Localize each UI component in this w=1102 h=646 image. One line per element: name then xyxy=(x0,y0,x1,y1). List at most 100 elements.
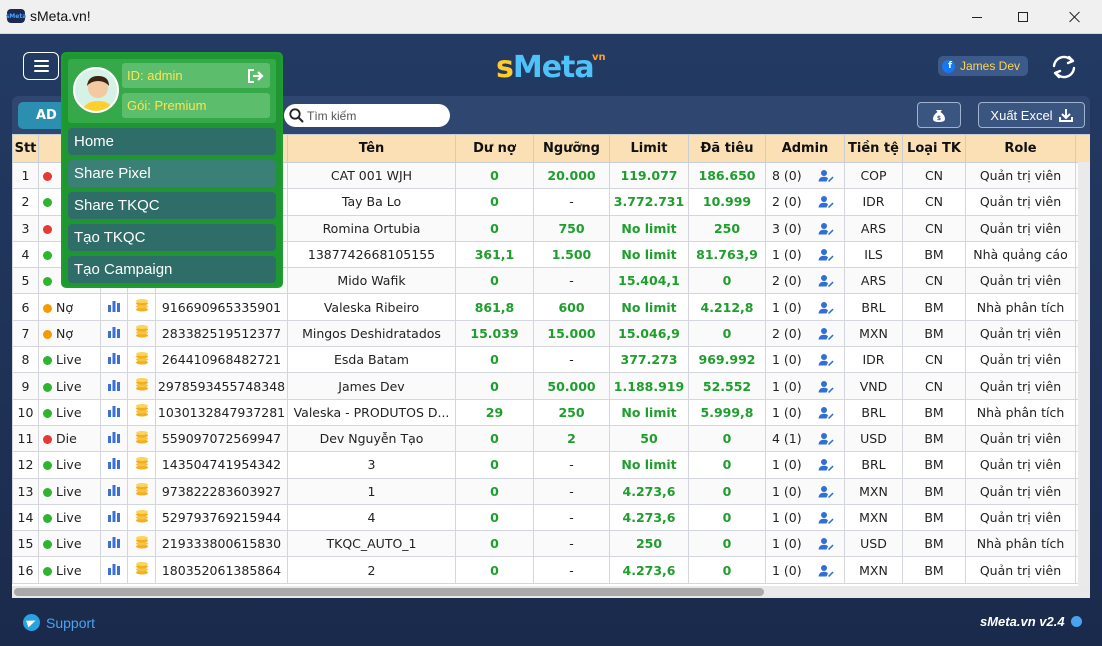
col-du-no[interactable]: Dư nợ xyxy=(455,134,534,163)
menu-item-share-pixel[interactable]: Share Pixel xyxy=(68,160,276,187)
admin-users-icon[interactable] xyxy=(818,406,834,419)
cell-chart[interactable] xyxy=(100,503,128,532)
horizontal-scrollbar-thumb[interactable] xyxy=(14,588,764,596)
col-da-tieu[interactable]: Đã tiêu xyxy=(688,134,766,163)
maximize-button[interactable] xyxy=(1000,0,1046,34)
menu-item-home[interactable]: Home xyxy=(68,128,276,155)
col-nguong[interactable]: Ngưỡng xyxy=(533,134,610,163)
cell-coin[interactable] xyxy=(127,556,156,584)
col-limit[interactable]: Limit xyxy=(609,134,689,163)
cell-currency: USD xyxy=(844,530,903,558)
search-input[interactable] xyxy=(307,108,442,123)
cell-coin[interactable] xyxy=(127,424,156,453)
cell-chart[interactable] xyxy=(100,346,128,374)
menu-item-tao-campaign[interactable]: Tạo Campaign xyxy=(68,256,276,283)
cell-admin: 1 (0) xyxy=(765,372,845,400)
col-admin[interactable]: Admin xyxy=(765,134,845,163)
table-row[interactable]: 11 Die 559097072569947 Dev Nguyễn Tạo 0 2 50 0 4… xyxy=(12,424,1090,453)
money-bag-button[interactable]: $ xyxy=(917,102,961,128)
close-button[interactable] xyxy=(1052,0,1098,34)
status-dot xyxy=(43,251,52,261)
col-name[interactable]: Tên xyxy=(287,134,456,163)
col-currency[interactable]: Tiền tệ xyxy=(844,134,903,163)
logout-icon[interactable] xyxy=(248,69,264,83)
coins-icon xyxy=(135,351,148,365)
admin-users-icon[interactable] xyxy=(818,458,834,472)
cell-coin[interactable] xyxy=(127,477,156,505)
col-account-type[interactable]: Loại TK xyxy=(902,134,966,163)
cell-limit: 50 xyxy=(609,424,689,453)
cell-coin[interactable] xyxy=(127,503,156,532)
table-row[interactable]: 12 Live 143504741954342 3 0- No limit 0 1 (0) BR… xyxy=(12,451,1090,479)
cell-nguong: 2 xyxy=(533,424,610,453)
cell-chart[interactable] xyxy=(100,530,128,558)
admin-users-icon[interactable] xyxy=(818,485,834,498)
admin-users-icon[interactable] xyxy=(818,301,834,314)
cell-chart[interactable] xyxy=(100,424,128,453)
admin-users-icon[interactable] xyxy=(818,274,834,288)
cell-coin[interactable] xyxy=(127,346,156,374)
menu-item-share-tkqc[interactable]: Share TKQC xyxy=(68,192,276,219)
cell-currency: ILS xyxy=(844,240,903,269)
horizontal-scrollbar[interactable] xyxy=(12,586,1090,598)
minimize-button[interactable] xyxy=(954,0,1000,34)
col-stt[interactable]: Stt xyxy=(12,134,39,163)
coins-icon xyxy=(135,509,148,522)
admin-users-icon[interactable] xyxy=(818,327,834,340)
chart-icon xyxy=(108,405,120,417)
cell-coin[interactable] xyxy=(127,293,156,321)
cell-coin[interactable] xyxy=(127,451,156,479)
vertical-scrollbar[interactable] xyxy=(1078,162,1090,586)
admin-users-icon[interactable] xyxy=(818,537,834,551)
cell-coin[interactable] xyxy=(127,319,156,348)
admin-users-icon[interactable] xyxy=(818,380,834,393)
cell-chart[interactable] xyxy=(100,451,128,479)
cell-currency: IDR xyxy=(844,188,903,216)
cell-da-tieu: 0 xyxy=(688,319,766,348)
admin-users-icon[interactable] xyxy=(818,353,834,367)
hamburger-menu-button[interactable] xyxy=(23,52,59,80)
table-row[interactable]: 15 Live 219333800615830 TKQC_AUTO_1 0-250 0 1 … xyxy=(12,530,1090,558)
cell-coin[interactable] xyxy=(127,398,156,426)
cell-chart[interactable] xyxy=(100,372,128,400)
status-dot xyxy=(43,408,52,418)
sync-icon[interactable] xyxy=(1050,54,1078,80)
cell-coin[interactable] xyxy=(127,530,156,558)
cell-admin: 1 (0) xyxy=(765,293,845,321)
cell-chart[interactable] xyxy=(100,477,128,505)
table-row[interactable]: 14 Live 529793769215944 4 0-4.273,6 0 1 (0) MXN… xyxy=(12,503,1090,532)
cell-stt: 13 xyxy=(12,477,39,505)
table-row[interactable]: 16 Live 180352061385864 2 0-4.273,6 0 1 (0) MXN… xyxy=(12,556,1090,584)
table-row[interactable]: 7 Nợ 283382519512377 Mingos Deshidratados 15… xyxy=(12,319,1090,348)
support-link[interactable]: Support xyxy=(23,614,95,631)
col-extra[interactable] xyxy=(1075,134,1090,163)
admin-users-icon[interactable] xyxy=(818,511,834,524)
table-row[interactable]: 13 Live 973822283603927 1 0-4.273,6 0 1 (0) MXN… xyxy=(12,477,1090,505)
admin-users-icon[interactable] xyxy=(818,564,834,577)
cell-coin[interactable] xyxy=(127,372,156,400)
export-excel-button[interactable]: Xuất Excel xyxy=(978,102,1085,128)
facebook-account-badge[interactable]: f James Dev xyxy=(938,56,1029,76)
cell-status: Live xyxy=(38,530,101,558)
table-row[interactable]: 6 Nợ 916690965335901 Valeska Ribeiro 861,8 60… xyxy=(12,293,1090,321)
table-row[interactable]: 8 Live 264410968482721 Esda Batam 0-377.273 9… xyxy=(12,346,1090,374)
search-box[interactable] xyxy=(284,104,450,127)
cell-currency: IDR xyxy=(844,346,903,374)
table-row[interactable]: 10 Live 1030132847937281 Valeska - PRODUTOS… xyxy=(12,398,1090,426)
admin-users-icon[interactable] xyxy=(818,248,834,262)
cell-chart[interactable] xyxy=(100,293,128,321)
menu-item-tao-tkqc[interactable]: Tạo TKQC xyxy=(68,224,276,251)
close-icon xyxy=(1069,11,1081,23)
cell-chart[interactable] xyxy=(100,556,128,584)
table-row[interactable]: 9 Live 2978593455748348 James Dev 0 50.000 1.1… xyxy=(12,372,1090,400)
admin-users-icon[interactable] xyxy=(818,222,834,235)
coins-icon xyxy=(135,430,148,444)
admin-users-icon[interactable] xyxy=(818,169,834,183)
facebook-icon: f xyxy=(942,59,955,73)
cell-chart[interactable] xyxy=(100,319,128,348)
cell-chart[interactable] xyxy=(100,398,128,426)
col-role[interactable]: Role xyxy=(965,134,1076,163)
admin-users-icon[interactable] xyxy=(818,195,834,209)
admin-users-icon[interactable] xyxy=(818,432,834,446)
cell-role: Quản trị viên xyxy=(965,346,1076,374)
